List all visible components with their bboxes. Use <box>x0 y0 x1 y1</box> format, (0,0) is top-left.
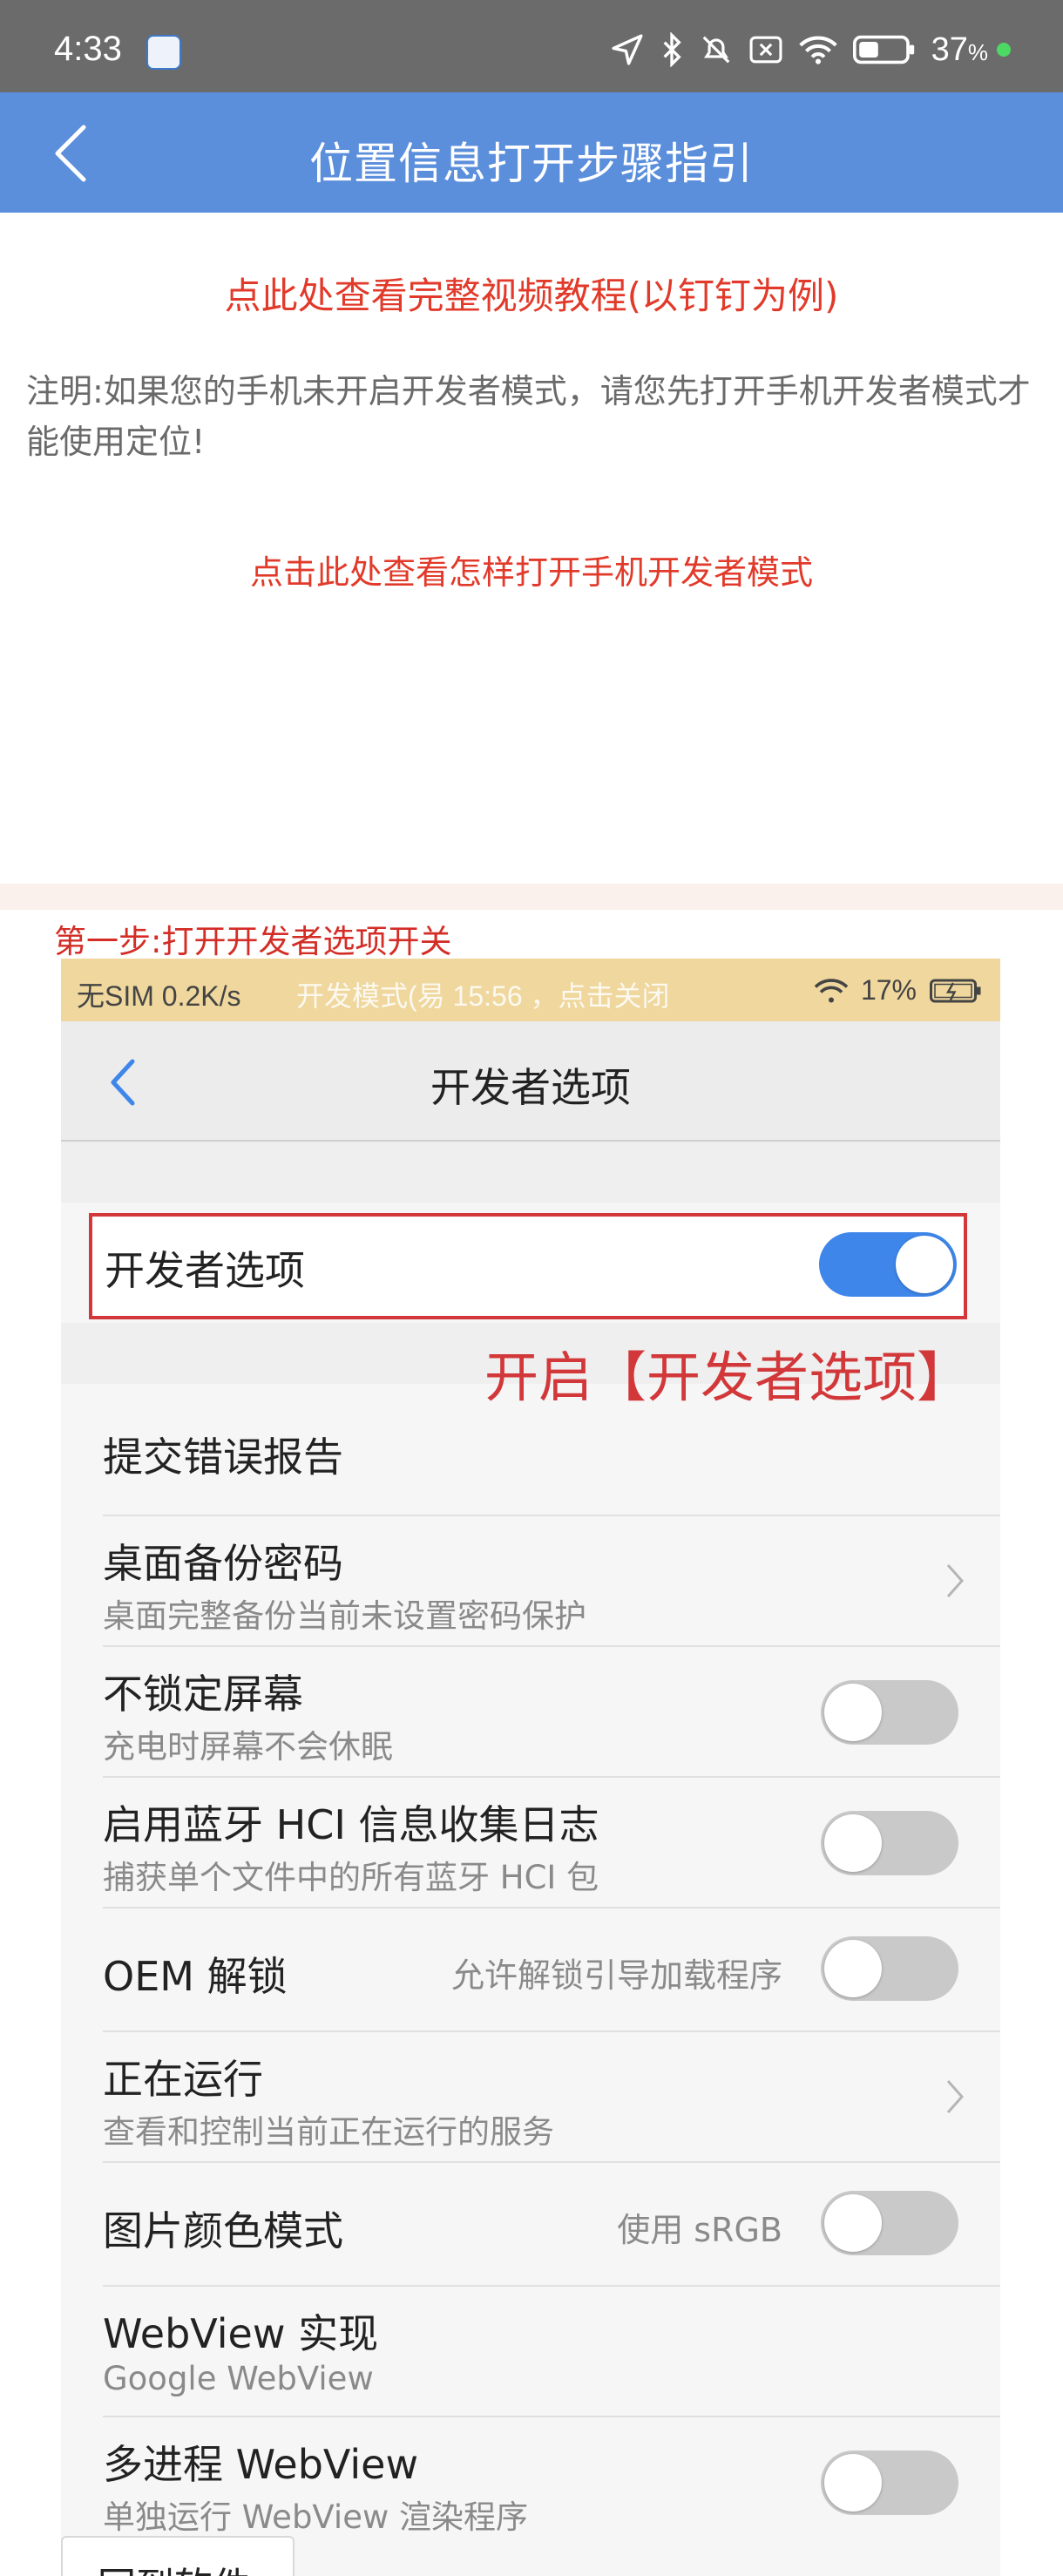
settings-row-title: 启用蓝牙 HCI 信息收集日志 <box>103 1801 599 1848</box>
settings-row-title: 桌面备份密码 <box>103 1540 343 1587</box>
settings-row-title: OEM 解锁 <box>103 1953 288 2000</box>
settings-row-desktop-backup-password[interactable]: 桌面备份密码 桌面完整备份当前未设置密码保护 <box>103 1516 1000 1647</box>
battery-percent: 37 <box>931 31 968 68</box>
app-header: 位置信息打开步骤指引 <box>0 92 1063 213</box>
battery-icon <box>852 35 914 64</box>
page-title: 位置信息打开步骤指引 <box>309 139 754 189</box>
settings-row-title: 多进程 WebView <box>103 2441 419 2488</box>
status-time: 4:33 <box>54 30 122 68</box>
settings-row-hint: 使用 sRGB <box>617 2211 782 2249</box>
battery-unit: % <box>967 38 988 65</box>
section-divider <box>0 884 1063 910</box>
settings-row-picture-color-mode[interactable]: 图片颜色模式 使用 sRGB <box>103 2163 1000 2287</box>
bluetooth-icon <box>663 32 681 67</box>
app-notification-icon <box>146 35 181 70</box>
step-1-screenshot: 无SIM 0.2K/s 开发模式(易 15:56 ，点击关闭 17% 开发者选项… <box>61 959 1000 2576</box>
developer-settings-list: 提交错误报告 桌面备份密码 桌面完整备份当前未设置密码保护 不锁定屏幕 充电时屏… <box>61 1387 1000 2546</box>
developer-options-switch[interactable] <box>819 1232 957 1297</box>
settings-row-bluetooth-hci-log[interactable]: 启用蓝牙 HCI 信息收集日志 捕获单个文件中的所有蓝牙 HCI 包 <box>103 1778 1000 1908</box>
oem-unlock-switch[interactable] <box>821 1936 958 2001</box>
settings-row-title: 提交错误报告 <box>103 1434 343 1481</box>
settings-row-subtitle: 捕获单个文件中的所有蓝牙 HCI 包 <box>103 1859 599 1896</box>
chevron-right-icon <box>946 2080 965 2113</box>
settings-row-multiprocess-webview[interactable]: 多进程 WebView 单独运行 WebView 渲染程序 <box>103 2417 1000 2546</box>
no-sim-icon <box>749 36 782 64</box>
mute-bell-icon <box>702 36 729 64</box>
settings-row-subtitle: 单独运行 WebView 渲染程序 <box>103 2498 528 2536</box>
inner-battery-icon <box>930 979 981 1002</box>
settings-row-running-services[interactable]: 正在运行 查看和控制当前正在运行的服务 <box>103 2032 1000 2163</box>
settings-row-subtitle: 充电时屏幕不会休眠 <box>103 1728 393 1766</box>
inner-title: 开发者选项 <box>430 1064 631 1111</box>
chevron-right-icon <box>946 1564 965 1597</box>
settings-row-title: 图片颜色模式 <box>103 2207 343 2254</box>
developer-options-label: 开发者选项 <box>105 1247 305 1294</box>
developer-options-toggle-row: 开发者选项 <box>89 1213 967 1319</box>
multiprocess-webview-switch[interactable] <box>821 2451 958 2515</box>
settings-row-subtitle: 桌面完整备份当前未设置密码保护 <box>103 1597 586 1635</box>
settings-row-title: 不锁定屏幕 <box>103 1671 303 1718</box>
developer-mode-note: 注明:如果您的手机未开启开发者模式，请您先打开手机开发者模式才能使用定位! <box>26 372 1031 461</box>
inner-status-banner: 开发模式(易 15:56 ，点击关闭 <box>296 980 670 1012</box>
wifi-icon <box>798 36 837 64</box>
settings-row-title: 正在运行 <box>103 2056 263 2103</box>
highlight-annotation: 开启【开发者选项】 <box>484 1346 972 1409</box>
settings-row-hint: 允许解锁引导加载程序 <box>450 1956 782 1995</box>
settings-row-subtitle: 查看和控制当前正在运行的服务 <box>103 2113 554 2151</box>
settings-row-stay-awake[interactable]: 不锁定屏幕 充电时屏幕不会休眠 <box>103 1647 1000 1778</box>
settings-row-webview-implementation[interactable]: WebView 实现 Google WebView <box>103 2287 1000 2417</box>
stay-awake-switch[interactable] <box>821 1680 958 1745</box>
status-bar: 4:33 37% <box>0 0 1063 92</box>
charging-indicator-dot <box>997 43 1011 57</box>
inner-header: 开发者选项 <box>61 1021 1000 1142</box>
inner-wifi-icon <box>814 978 849 1002</box>
location-arrow-icon <box>612 34 643 65</box>
step-1-title: 第一步:打开开发者选项开关 <box>54 923 452 960</box>
inner-status-left: 无SIM 0.2K/s <box>77 980 241 1012</box>
bluetooth-hci-log-switch[interactable] <box>821 1811 958 1875</box>
settings-row-title: WebView 实现 <box>103 2310 379 2357</box>
inner-status-bar: 无SIM 0.2K/s 开发模式(易 15:56 ，点击关闭 17% <box>61 959 1000 1021</box>
inner-battery-percent: 17% <box>860 974 917 1006</box>
developer-mode-help-link[interactable]: 点击此处查看怎样打开手机开发者模式 <box>0 546 1063 593</box>
picture-color-mode-switch[interactable] <box>821 2191 958 2255</box>
return-to-app-label: 回到软件 <box>98 2555 251 2576</box>
return-to-app-button[interactable]: 回到软件 <box>61 2536 295 2576</box>
settings-row-subtitle: Google WebView <box>103 2360 374 2397</box>
status-icons: 37% <box>611 30 1011 70</box>
video-tutorial-link[interactable]: 点此处查看完整视频教程(以钉钉为例) <box>0 267 1063 320</box>
settings-row-oem-unlock[interactable]: OEM 解锁 允许解锁引导加载程序 <box>103 1908 1000 2032</box>
